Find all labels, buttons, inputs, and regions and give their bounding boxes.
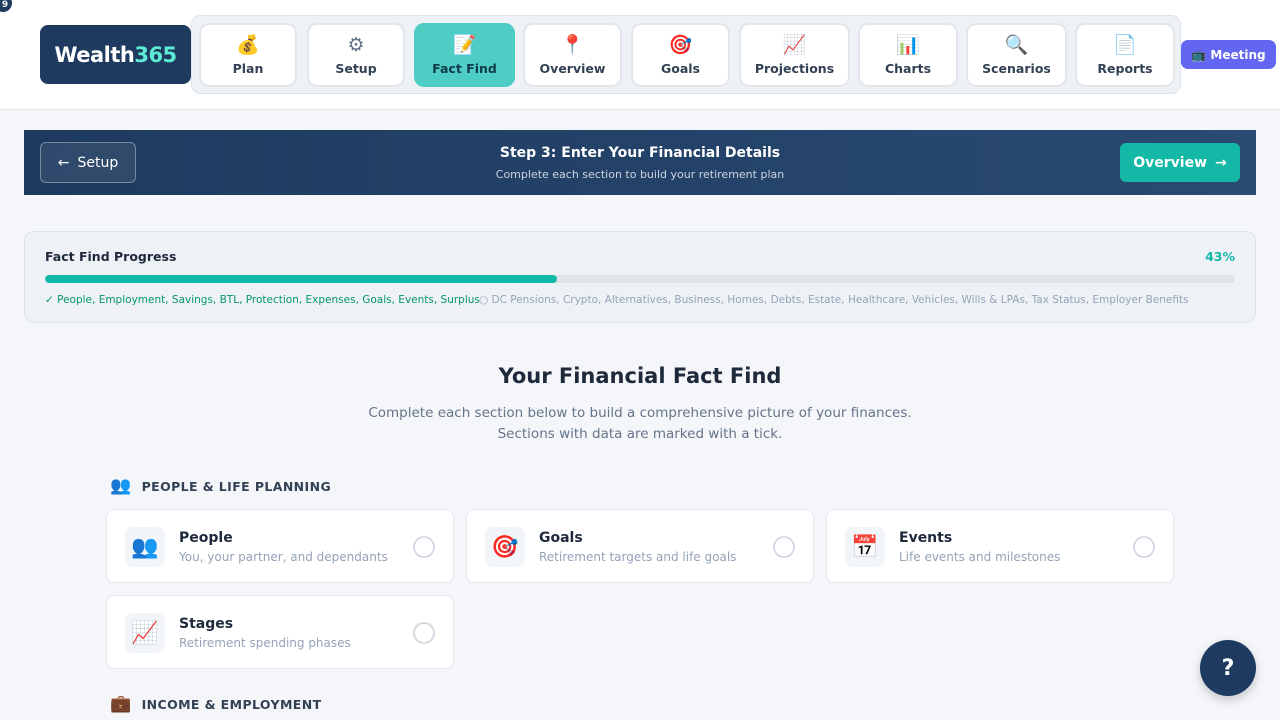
briefcase-icon: 💼 <box>110 694 132 714</box>
tv-icon: 📺 <box>1191 47 1207 62</box>
step-title: Step 3: Enter Your Financial Details <box>499 145 781 161</box>
next-label: Overview <box>1133 154 1208 171</box>
completion-indicator <box>413 536 435 558</box>
card-goals[interactable]: 🎯 Goals Retirement targets and life goal… <box>466 509 814 583</box>
next-overview-button[interactable]: Overview → <box>1120 143 1240 182</box>
arrow-right-icon: → <box>1215 154 1227 171</box>
nav-fact-find[interactable]: 📝 Fact Find <box>414 23 515 87</box>
nav-plan[interactable]: 💰 Plan <box>199 23 297 87</box>
nav-label: Setup <box>335 61 377 76</box>
progress-title: Fact Find Progress <box>45 249 177 264</box>
nav-goals[interactable]: 🎯 Goals <box>631 23 730 87</box>
card-events[interactable]: 📅 Events Life events and milestones <box>826 509 1174 583</box>
meeting-button[interactable]: 📺 Meeting <box>1181 40 1276 69</box>
people-icon: 👥 <box>125 527 165 567</box>
app-logo[interactable]: Wealth 365 <box>40 25 191 84</box>
progress-percent: 43% <box>1205 249 1235 264</box>
nav-label: Goals <box>660 61 700 76</box>
card-subtitle: You, your partner, and dependants <box>179 550 388 564</box>
card-title: People <box>179 530 233 546</box>
calendar-icon: 📅 <box>845 527 885 567</box>
gear-icon: ⚙ <box>347 34 365 56</box>
card-title: Events <box>899 530 953 546</box>
target-icon: 🎯 <box>485 527 525 567</box>
nav-charts[interactable]: 📊 Charts <box>858 23 958 87</box>
main-nav: 💰 Plan ⚙ Setup 📝 Fact Find 📍 Overview 🎯 … <box>191 15 1181 94</box>
completed-sections-list: ✓ People, Employment, Savings, BTL, Prot… <box>45 294 480 306</box>
section-title: INCOME & EMPLOYMENT <box>141 696 322 712</box>
section-header-people: 👥 PEOPLE & LIFE PLANNING <box>110 476 331 496</box>
card-title: Goals <box>539 530 583 546</box>
nav-label: Charts <box>884 61 932 76</box>
help-button[interactable]: ? <box>1200 640 1256 696</box>
target-icon: 🎯 <box>668 34 693 56</box>
nav-label: Scenarios <box>982 61 1051 76</box>
notification-badge: 9 <box>0 0 12 12</box>
memo-icon: 📝 <box>452 34 477 56</box>
nav-label: Plan <box>232 61 264 76</box>
nav-overview[interactable]: 📍 Overview <box>523 23 622 87</box>
question-icon: ? <box>1221 655 1235 681</box>
page-subtitle-line2: Sections with data are marked with a tic… <box>497 426 783 442</box>
page-subtitle-line1: Complete each section below to build a c… <box>368 405 912 421</box>
page-subtitle: Complete each section below to build a c… <box>0 403 1280 445</box>
remaining-sections-list: ○ DC Pensions, Crypto, Alternatives, Bus… <box>479 294 1189 306</box>
magnifier-icon: 🔍 <box>1004 34 1029 56</box>
nav-label: Projections <box>754 61 835 76</box>
nav-label: Overview <box>539 61 606 76</box>
card-stages[interactable]: 📈 Stages Retirement spending phases <box>106 595 454 669</box>
section-title: PEOPLE & LIFE PLANNING <box>141 478 332 494</box>
nav-setup[interactable]: ⚙ Setup <box>307 23 405 87</box>
card-subtitle: Retirement targets and life goals <box>539 550 737 564</box>
bar-chart-icon: 📊 <box>896 34 920 56</box>
step-banner: ← Setup Step 3: Enter Your Financial Det… <box>24 130 1256 195</box>
step-subtitle: Complete each section to build your reti… <box>495 168 785 181</box>
trend-up-icon: 📈 <box>125 613 165 653</box>
document-icon: 📄 <box>1113 34 1137 56</box>
nav-label: Reports <box>1097 61 1153 76</box>
trend-up-icon: 📈 <box>782 34 807 56</box>
completion-indicator <box>773 536 795 558</box>
people-icon: 👥 <box>110 476 132 496</box>
money-bag-icon: 💰 <box>236 34 260 56</box>
nav-scenarios[interactable]: 🔍 Scenarios <box>966 23 1067 87</box>
logo-text-wealth: Wealth <box>54 42 135 67</box>
logo-text-365: 365 <box>134 42 177 67</box>
progress-bar-fill <box>45 275 557 283</box>
meeting-label: Meeting <box>1210 47 1266 62</box>
completion-indicator <box>1133 536 1155 558</box>
nav-label: Fact Find <box>432 61 497 76</box>
card-title: Stages <box>179 616 234 632</box>
nav-reports[interactable]: 📄 Reports <box>1075 23 1175 87</box>
page-title: Your Financial Fact Find <box>498 364 782 388</box>
pin-icon: 📍 <box>560 34 585 56</box>
fact-find-progress-card: Fact Find Progress 43% ✓ People, Employm… <box>24 231 1256 323</box>
top-header: 9 Wealth 365 💰 Plan ⚙ Setup 📝 Fact Find 📍… <box>0 0 1280 110</box>
card-people[interactable]: 👥 People You, your partner, and dependan… <box>106 509 454 583</box>
nav-projections[interactable]: 📈 Projections <box>739 23 850 87</box>
progress-bar <box>45 275 1235 283</box>
completion-indicator <box>413 622 435 644</box>
card-subtitle: Retirement spending phases <box>179 636 351 650</box>
section-header-income: 💼 INCOME & EMPLOYMENT <box>110 694 322 714</box>
card-subtitle: Life events and milestones <box>899 550 1061 564</box>
